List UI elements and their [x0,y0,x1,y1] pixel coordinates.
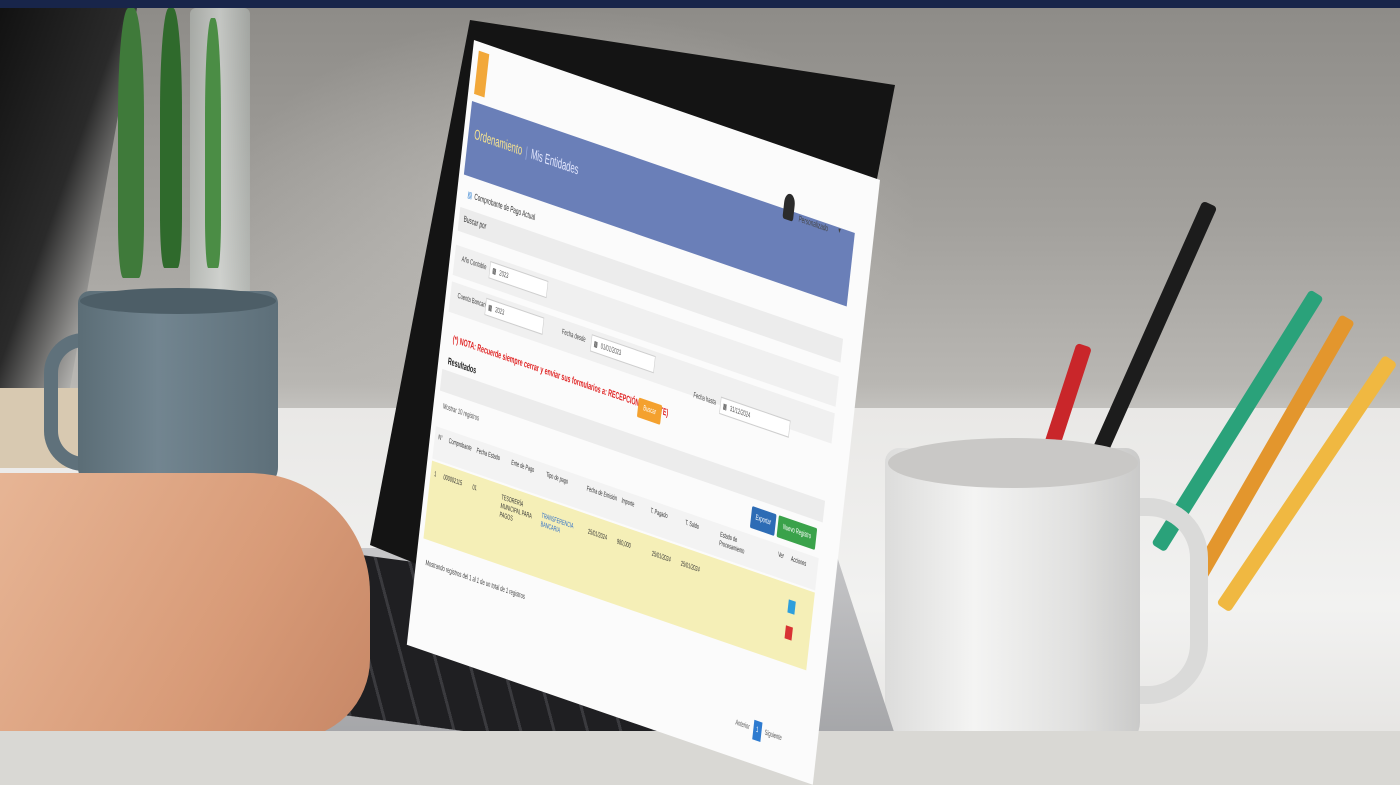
search-button[interactable]: Buscar [636,397,663,425]
pagination-prev[interactable]: Anterior [735,719,750,731]
delete-icon[interactable] [784,625,793,641]
export-button[interactable]: Exportar [749,506,777,536]
menu-toggle-button[interactable] [474,50,490,98]
date-from-value: 01/01/2023 [600,342,622,358]
edit-icon[interactable] [787,599,796,615]
app-window: Ordenamiento | Mis Entidades Personalizado… [406,40,880,785]
pagination-next[interactable]: Siguiente [764,729,782,742]
calendar-icon: ▦ [487,304,493,313]
date-to-value: 31/12/2024 [729,405,751,420]
calendar-icon: ▦ [491,267,497,277]
laptop-screen: Ordenamiento | Mis Entidades Personalizado… [406,40,894,785]
account-value: 2023 [494,306,505,318]
col-header-view: Ver [777,550,785,561]
calendar-icon: ▦ [722,402,728,412]
page-size-select[interactable]: Mostrar 10 registros [442,403,479,423]
pagination: Anterior 1 Siguiente [734,714,782,749]
calendar-icon: ▦ [593,340,599,350]
year-value: 2023 [498,269,509,281]
document-icon: ▤ [467,189,473,201]
